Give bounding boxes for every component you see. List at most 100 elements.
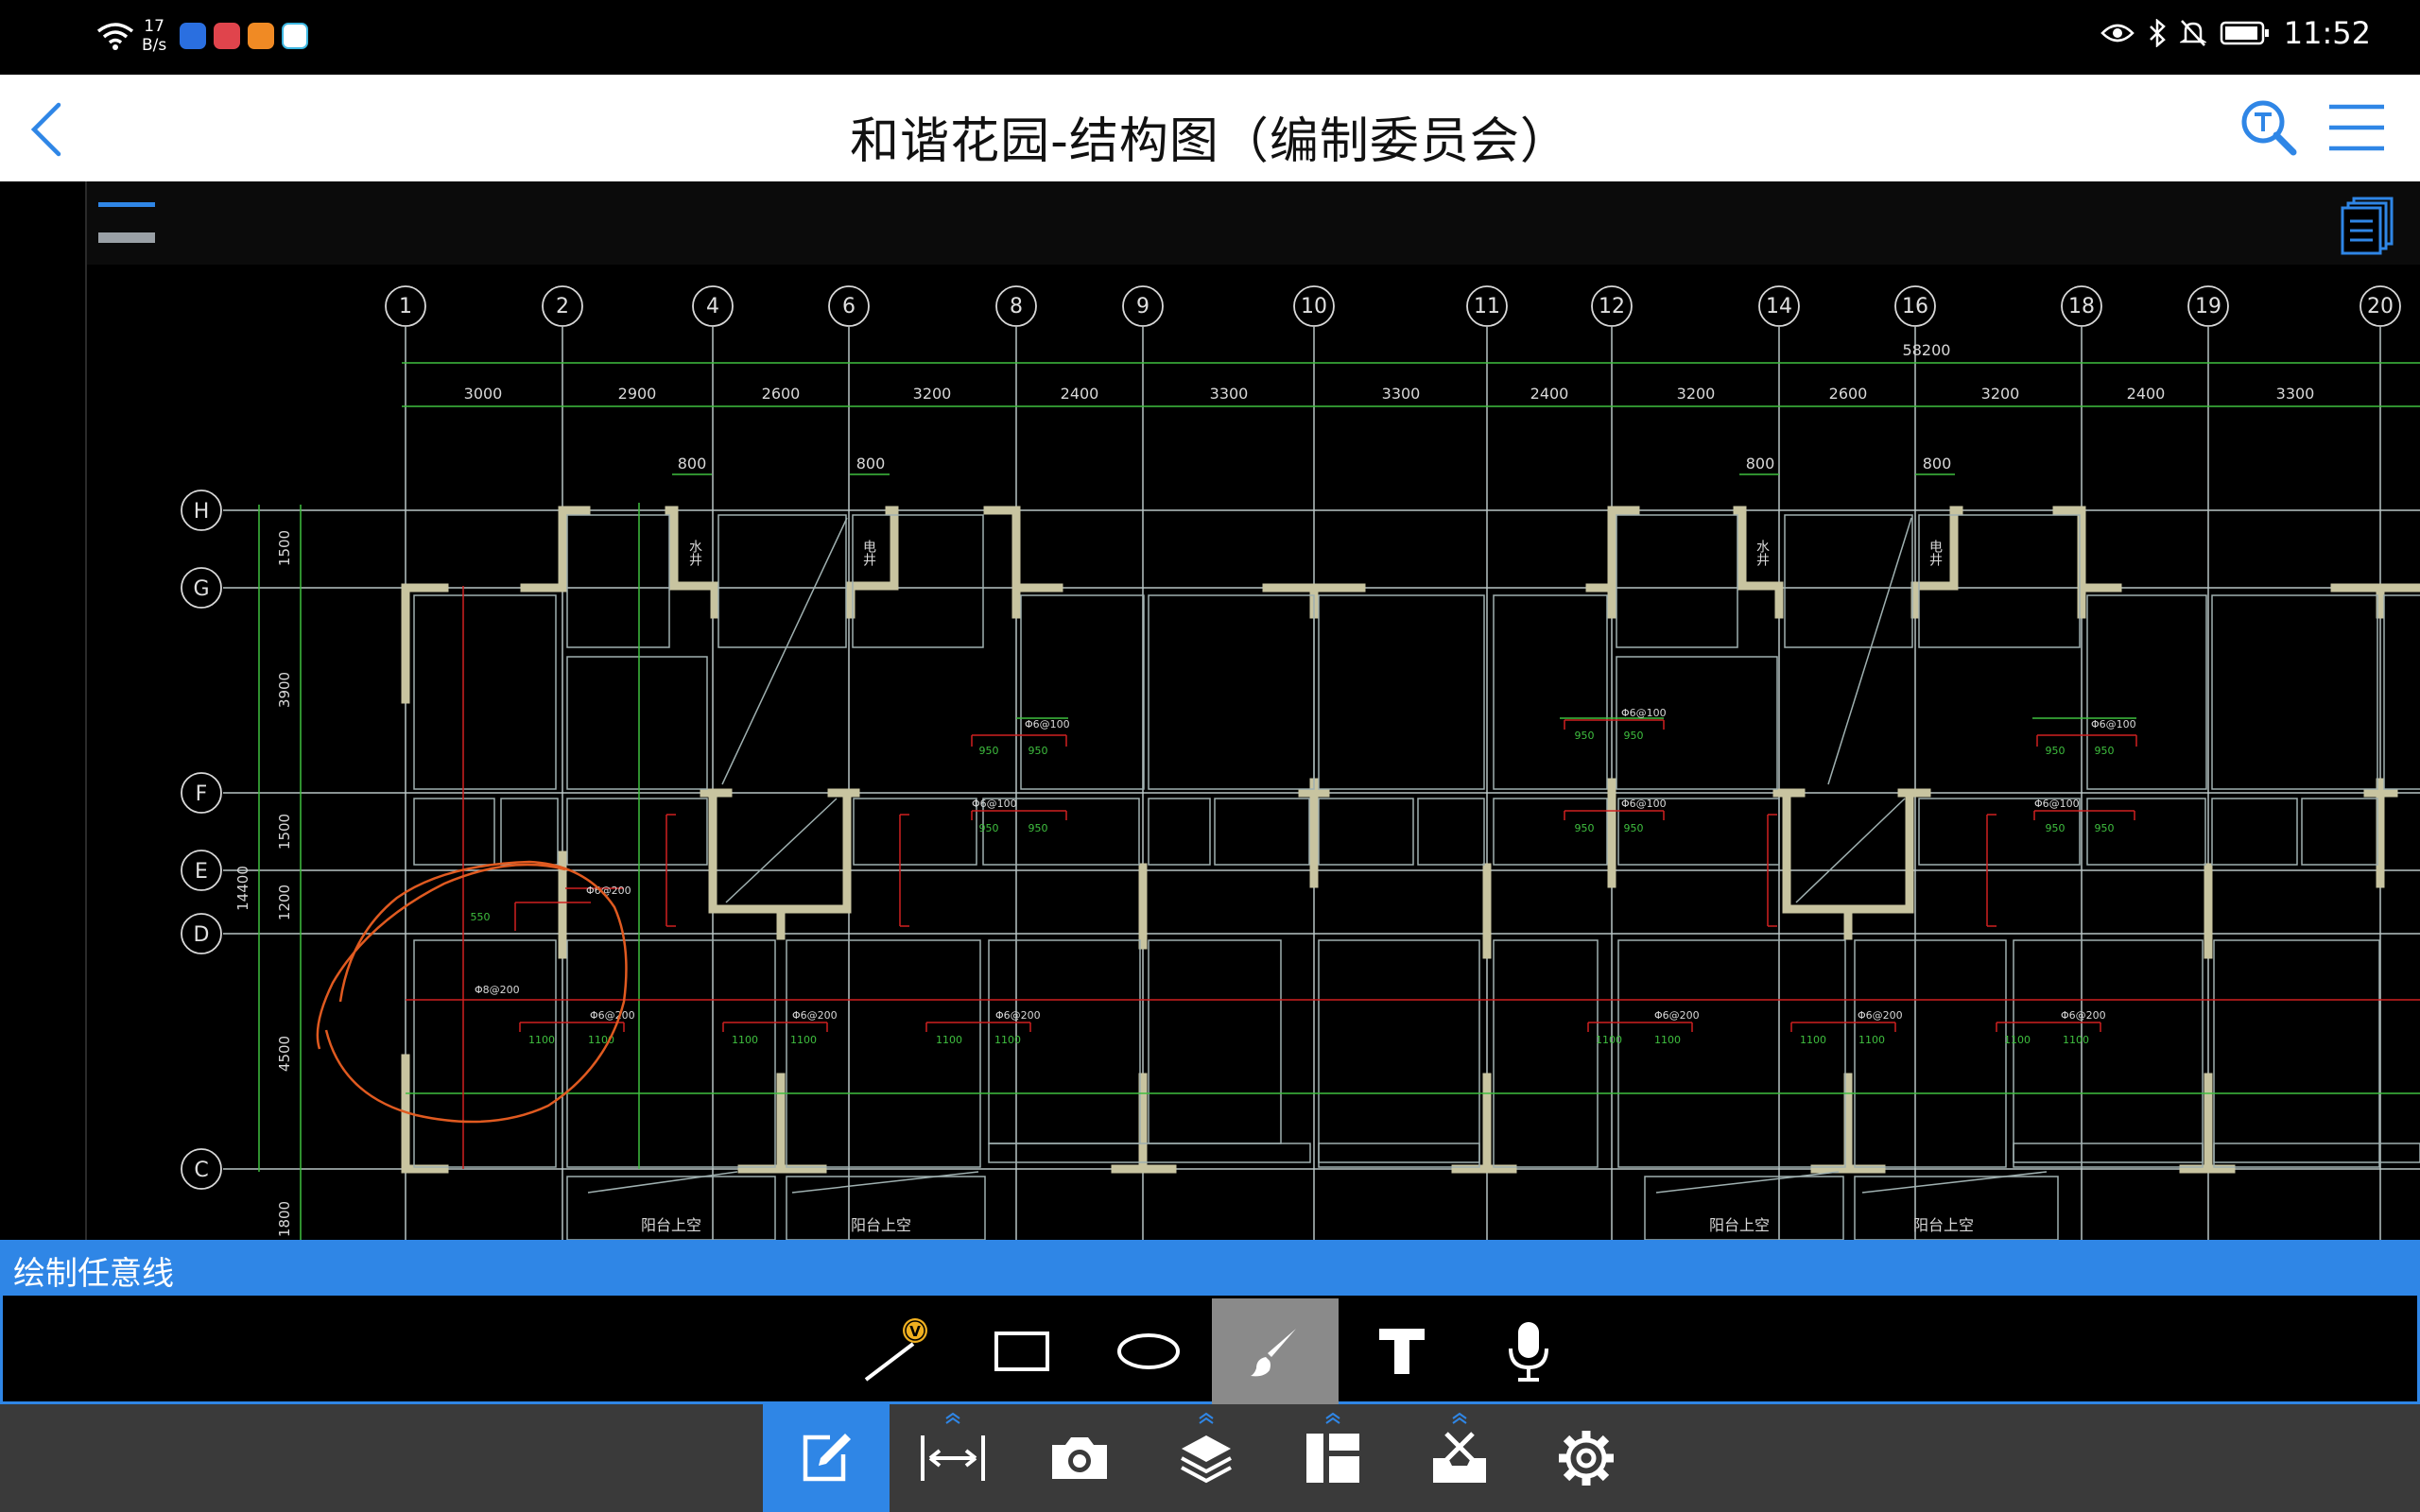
balcony-label: 阳台上空: [641, 1216, 701, 1234]
rebar-label: Φ6@100: [1621, 707, 1667, 719]
freehand-annotation: [316, 860, 628, 1124]
small-dim: 1100: [528, 1034, 555, 1046]
text-tool-button[interactable]: [1339, 1298, 1465, 1404]
room-outline: [566, 514, 670, 648]
search-text-icon[interactable]: [2238, 97, 2299, 158]
dimension-label: 3200: [913, 385, 952, 403]
freehand-tool-button[interactable]: [1212, 1298, 1339, 1404]
room-outline: [2301, 798, 2378, 866]
stair-line: [1655, 1171, 1840, 1194]
annotate-button[interactable]: [763, 1404, 890, 1512]
rebar-label: Φ6@200: [792, 1009, 838, 1022]
rebar-label: Φ6@200: [590, 1009, 635, 1022]
dimension-label: 3300: [2276, 385, 2315, 403]
dimension-label: 3200: [1981, 385, 2020, 403]
dimension-label: 2600: [762, 385, 801, 403]
line-tool-button[interactable]: V: [832, 1298, 959, 1404]
ellipse-tool-button[interactable]: [1085, 1298, 1212, 1404]
small-dim: 950: [2046, 745, 2066, 757]
rectangle-tool-button[interactable]: [959, 1298, 1085, 1404]
camera-button[interactable]: [1016, 1404, 1143, 1512]
dimension-label: 3000: [464, 385, 503, 403]
water-shaft-label: 水井: [1754, 540, 1770, 567]
dimension-label: 2400: [1061, 385, 1099, 403]
battery-icon: [2220, 21, 2269, 45]
small-dim: 950: [1624, 822, 1644, 834]
menu-icon[interactable]: [2327, 103, 2386, 152]
balcony-label: 阳台上空: [851, 1216, 911, 1234]
row-axis-marker: D: [181, 913, 222, 954]
layers-icon: [1181, 1435, 1232, 1484]
column-axis-label: 1: [399, 295, 412, 318]
room-outline: [1148, 939, 1282, 1144]
small-dim: 950: [979, 745, 999, 757]
water-shaft-label: 水井: [687, 540, 702, 567]
toolbox-icon: [1433, 1432, 1486, 1483]
left-dimension-label: 1500: [276, 530, 293, 566]
line-thickness-icon[interactable]: [96, 198, 157, 246]
dimension-label: 2900: [618, 385, 657, 403]
column-axis-marker: 4: [692, 285, 734, 327]
rebar-label: Φ6@100: [1621, 798, 1667, 810]
room-outline: [1854, 939, 2007, 1168]
column-axis-label: 4: [706, 295, 719, 318]
bluetooth-icon: [2149, 19, 2166, 47]
rectangle-icon: [994, 1332, 1049, 1371]
voice-tool-button[interactable]: [1465, 1298, 1592, 1404]
column-axis-label: 9: [1136, 295, 1150, 318]
row-axis-markers: H G F E D C: [181, 490, 222, 1190]
edit-icon: [803, 1434, 851, 1482]
dimension-label: 3300: [1210, 385, 1249, 403]
measure-button[interactable]: [890, 1404, 1016, 1512]
app-notification-icon: [248, 23, 275, 49]
row-axis-marker: C: [181, 1148, 222, 1190]
shaft-width: 800: [1746, 455, 1775, 472]
pages-icon[interactable]: [2341, 195, 2397, 255]
row-axis-marker: H: [181, 490, 222, 531]
net-speed-value: 17: [144, 17, 164, 36]
room-outline: [1417, 798, 1485, 866]
shaft-width: 800: [678, 455, 707, 472]
left-rail: [0, 181, 87, 1240]
room-outline: [413, 798, 495, 866]
rebar-label: Φ6@200: [1654, 1009, 1700, 1022]
layout-icon: [1306, 1434, 1359, 1483]
settings-button[interactable]: [1523, 1404, 1650, 1512]
brush-icon: [1251, 1329, 1296, 1377]
net-speed-unit: B/s: [142, 36, 167, 55]
rebar-label: Φ6@200: [2061, 1009, 2106, 1022]
column-axis-label: 16: [1902, 295, 1928, 318]
toolbox-button[interactable]: [1396, 1404, 1523, 1512]
column-axis-marker: 2: [542, 285, 583, 327]
rebar-label: Φ6@200: [586, 885, 631, 897]
left-dimension-label: 1200: [276, 885, 293, 920]
column-axis-marker: 1: [385, 285, 426, 327]
small-dim: 950: [2046, 822, 2066, 834]
shaft-width: 800: [856, 455, 886, 472]
mode-bar: 绘制任意线: [0, 1240, 2420, 1293]
app-notification-icon: [214, 23, 241, 49]
room-outline: [1493, 939, 1599, 1168]
layout-button[interactable]: [1270, 1404, 1396, 1512]
page-title: 和谐花园-结构图（编制委员会）: [850, 113, 1570, 170]
column-axis-label: 18: [2068, 295, 2095, 318]
stair-line: [587, 1171, 738, 1194]
layers-button[interactable]: [1143, 1404, 1270, 1512]
column-axis-label: 14: [1766, 295, 1792, 318]
small-dim: 1100: [1858, 1034, 1885, 1046]
column-axis-marker: 18: [2061, 285, 2102, 327]
column-axis-marker: 16: [1894, 285, 1936, 327]
dimension-labels: 3000 2900 2600 3200 2400 3300 3300 2400 3200 2600…: [464, 385, 2315, 403]
chevron-up-icon: [1452, 1412, 1467, 1424]
small-dim: 950: [1624, 730, 1644, 742]
dimension-label: 3200: [1677, 385, 1716, 403]
room-outline: [1318, 1143, 1480, 1163]
drawing-canvas[interactable]: 1 2 4 6 8 9 10 11 12 14 16 18 19 20 HGFEDC 58200 3000…: [87, 265, 2420, 1240]
rebar-label: Φ6@200: [995, 1009, 1041, 1022]
room-outline: [1318, 594, 1485, 790]
microphone-icon: [1509, 1322, 1548, 1382]
small-dim: 1100: [1654, 1034, 1681, 1046]
shaft-width: 800: [1923, 455, 1952, 472]
room-outline: [1617, 939, 1846, 1168]
net-speed: 17 B/s: [142, 17, 166, 55]
